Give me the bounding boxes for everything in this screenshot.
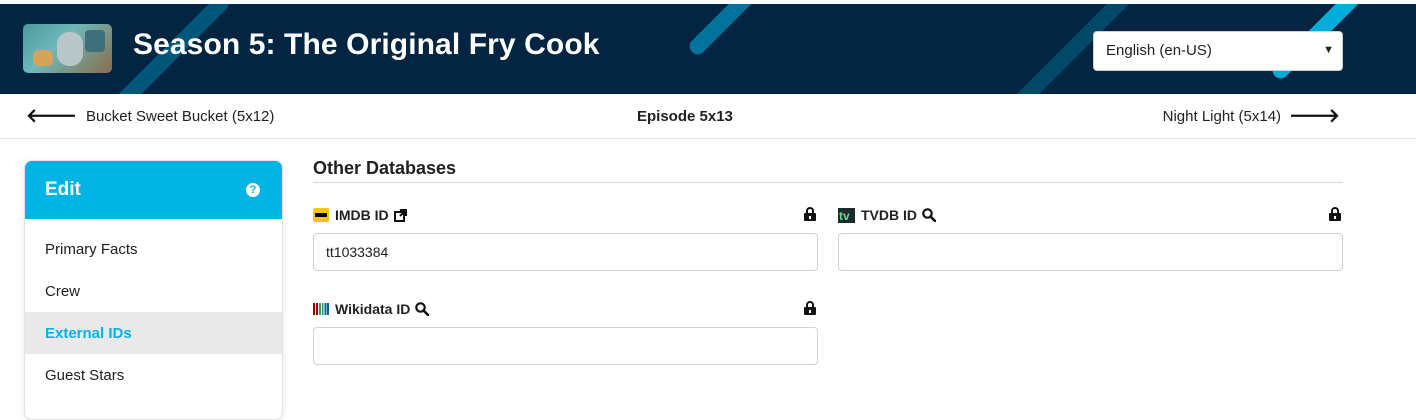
imdb-id-input[interactable] xyxy=(313,233,818,271)
imdb-id-label-group: IMDB ID xyxy=(313,207,407,223)
previous-episode-link[interactable]: 🡐 Bucket Sweet Bucket (5x12) xyxy=(26,105,275,127)
section-divider xyxy=(313,182,1343,183)
lock-icon[interactable] xyxy=(804,301,816,315)
wikidata-logo-icon xyxy=(313,303,329,315)
tvdb-id-label-group: tv TVDB ID xyxy=(838,207,936,223)
external-link-icon[interactable] xyxy=(393,208,407,222)
sidebar-item-external-ids[interactable]: External IDs xyxy=(25,312,282,354)
tvdb-id-input[interactable] xyxy=(838,233,1343,271)
language-select-value: English (en-US) xyxy=(1106,42,1212,59)
lock-icon[interactable] xyxy=(804,207,816,221)
wikidata-id-label: Wikidata ID xyxy=(335,301,411,317)
sidebar-header: Edit ? xyxy=(25,161,282,219)
next-episode-link[interactable]: Night Light (5x14) 🡒 xyxy=(1162,105,1340,127)
next-episode-label: Night Light (5x14) xyxy=(1162,108,1282,125)
imdb-logo-icon xyxy=(313,208,329,222)
lock-icon[interactable] xyxy=(1329,207,1341,221)
svg-text:tv: tv xyxy=(839,209,850,223)
episode-navigation: 🡐 Bucket Sweet Bucket (5x12) Episode 5x1… xyxy=(0,94,1416,139)
search-icon[interactable] xyxy=(415,302,430,316)
page-header: Season 5: The Original Fry Cook English … xyxy=(0,4,1416,94)
wikidata-id-label-group: Wikidata ID xyxy=(313,301,430,317)
sidebar-item-crew[interactable]: Crew xyxy=(25,270,282,312)
arrow-left-icon: 🡐 xyxy=(26,105,77,127)
arrow-right-icon: 🡒 xyxy=(1289,105,1340,127)
section-title: Other Databases xyxy=(313,158,457,178)
imdb-id-label: IMDB ID xyxy=(335,207,389,223)
sidebar-item-guest-stars[interactable]: Guest Stars xyxy=(25,354,282,396)
current-episode-label: Episode 5x13 xyxy=(637,108,733,125)
page-title: Season 5: The Original Fry Cook xyxy=(133,28,600,61)
language-select[interactable]: English (en-US) ▼ xyxy=(1093,31,1343,71)
chevron-down-icon: ▼ xyxy=(1323,44,1334,56)
previous-episode-label: Bucket Sweet Bucket (5x12) xyxy=(85,108,275,125)
header-decoration-stripe xyxy=(686,4,783,58)
tvdb-logo-icon: tv xyxy=(838,207,855,223)
sidebar-item-primary-facts[interactable]: Primary Facts xyxy=(25,228,282,270)
help-icon[interactable]: ? xyxy=(246,183,260,197)
tvdb-id-label: TVDB ID xyxy=(861,207,917,223)
season-poster-image[interactable] xyxy=(23,24,112,73)
edit-sidebar: Edit ? Primary Facts Crew External IDs G… xyxy=(24,160,283,420)
search-icon[interactable] xyxy=(922,208,936,222)
sidebar-title: Edit xyxy=(45,179,81,200)
wikidata-id-input[interactable] xyxy=(313,327,818,365)
